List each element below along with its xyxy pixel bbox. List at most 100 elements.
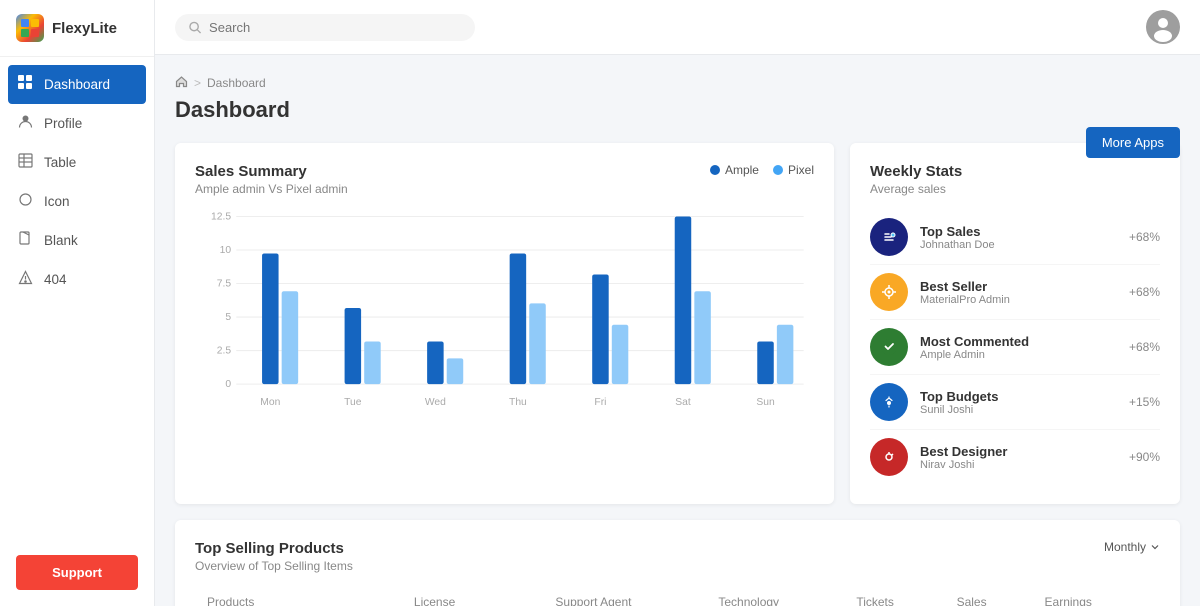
topbar (155, 0, 1200, 55)
svg-text:10: 10 (220, 245, 232, 256)
best-seller-icon (870, 273, 908, 311)
page-title: Dashboard (175, 97, 1180, 123)
top-budgets-pct: +15% (1129, 395, 1160, 409)
stat-item-best-seller: Best Seller MaterialPro Admin +68% (870, 265, 1160, 320)
table-title: Top Selling Products (195, 540, 353, 557)
svg-text:Sat: Sat (675, 397, 691, 408)
sidebar-item-table[interactable]: Table (0, 143, 154, 182)
best-designer-name: Best Designer (920, 444, 1117, 459)
sidebar: FlexyLite Dashboard Profile Table Icon (0, 0, 155, 606)
sidebar-item-icon[interactable]: Icon (0, 182, 154, 221)
legend-ample-dot (710, 165, 720, 175)
most-commented-name: Most Commented (920, 334, 1117, 349)
svg-text:Sun: Sun (756, 397, 775, 408)
best-designer-info: Best Designer Nirav Joshi (920, 444, 1117, 471)
table-head: Products License Support Agent Technolog… (195, 587, 1160, 606)
top-budgets-name: Top Budgets (920, 389, 1117, 404)
blank-label: Blank (44, 233, 78, 248)
legend-ample-label: Ample (725, 163, 759, 177)
sidebar-support-area: Support (0, 539, 154, 606)
col-agent: Support Agent (543, 587, 706, 606)
svg-text:Tue: Tue (344, 397, 362, 408)
more-apps-button[interactable]: More Apps (1086, 127, 1180, 158)
svg-text:2.5: 2.5 (217, 346, 232, 357)
top-sales-pct: +68% (1129, 230, 1160, 244)
blank-icon (16, 231, 34, 250)
legend-pixel-label: Pixel (788, 163, 814, 177)
svg-text:5: 5 (225, 312, 231, 323)
table-header-row: Products License Support Agent Technolog… (195, 587, 1160, 606)
main-content: More Apps > Dashboard Dashboard Sales Su… (155, 0, 1200, 606)
search-input[interactable] (209, 20, 461, 35)
best-designer-icon (870, 438, 908, 476)
col-products: Products (195, 587, 402, 606)
support-button[interactable]: Support (16, 555, 138, 590)
stat-item-top-budgets: Top Budgets Sunil Joshi +15% (870, 375, 1160, 430)
weekly-stats-card: Weekly Stats Average sales Top Sales Joh… (850, 143, 1180, 504)
bar-chart: 12.5 10 7.5 5 2.5 0 (195, 206, 814, 426)
weekly-stats-subtitle: Average sales (870, 182, 1160, 196)
legend-pixel: Pixel (773, 163, 814, 177)
sidebar-item-404[interactable]: 404 (0, 260, 154, 299)
best-seller-person: MaterialPro Admin (920, 294, 1117, 306)
legend-ample: Ample (710, 163, 759, 177)
table-header: Top Selling Products Overview of Top Sel… (195, 540, 1160, 573)
profile-label: Profile (44, 116, 82, 131)
best-seller-info: Best Seller MaterialPro Admin (920, 279, 1117, 306)
page-content: More Apps > Dashboard Dashboard Sales Su… (155, 55, 1200, 606)
best-designer-person: Nirav Joshi (920, 459, 1117, 471)
breadcrumb-separator: > (194, 76, 201, 90)
table-label: Table (44, 155, 76, 170)
dashboard-grid: Sales Summary Ample admin Vs Pixel admin… (175, 143, 1180, 504)
stat-item-best-designer: Best Designer Nirav Joshi +90% (870, 430, 1160, 484)
chevron-down-icon (1150, 542, 1160, 552)
chart-title-area: Sales Summary Ample admin Vs Pixel admin (195, 163, 348, 196)
search-container (175, 14, 475, 41)
top-budgets-person: Sunil Joshi (920, 404, 1117, 416)
chart-legend: Ample Pixel (710, 163, 814, 177)
svg-text:Mon: Mon (260, 397, 280, 408)
app-name: FlexyLite (52, 20, 117, 37)
table-title-area: Top Selling Products Overview of Top Sel… (195, 540, 353, 573)
stat-item-top-sales: Top Sales Johnathan Doe +68% (870, 210, 1160, 265)
home-icon (175, 75, 188, 91)
chart-header: Sales Summary Ample admin Vs Pixel admin… (195, 163, 814, 196)
sidebar-logo: FlexyLite (0, 0, 154, 57)
svg-text:Fri: Fri (594, 397, 606, 408)
sales-summary-subtitle: Ample admin Vs Pixel admin (195, 182, 348, 196)
top-sales-icon (870, 218, 908, 256)
top-sales-person: Johnathan Doe (920, 239, 1117, 251)
sidebar-item-dashboard[interactable]: Dashboard (8, 65, 146, 104)
user-avatar[interactable] (1146, 10, 1180, 44)
svg-text:0: 0 (225, 379, 231, 390)
dashboard-label: Dashboard (44, 77, 110, 92)
svg-text:12.5: 12.5 (211, 212, 231, 223)
period-label: Monthly (1104, 540, 1146, 554)
svg-text:Thu: Thu (509, 397, 527, 408)
svg-text:7.5: 7.5 (217, 279, 232, 290)
breadcrumb: > Dashboard (175, 75, 1180, 91)
best-designer-pct: +90% (1129, 450, 1160, 464)
col-sales: Sales (945, 587, 1033, 606)
search-icon (189, 21, 201, 34)
products-table: Products License Support Agent Technolog… (195, 587, 1160, 606)
sidebar-item-profile[interactable]: Profile (0, 104, 154, 143)
icon-label: Icon (44, 194, 70, 209)
table-subtitle: Overview of Top Selling Items (195, 559, 353, 573)
most-commented-icon (870, 328, 908, 366)
col-earnings: Earnings (1033, 587, 1160, 606)
most-commented-info: Most Commented Ample Admin (920, 334, 1117, 361)
stat-item-most-commented: Most Commented Ample Admin +68% (870, 320, 1160, 375)
top-budgets-icon (870, 383, 908, 421)
legend-pixel-dot (773, 165, 783, 175)
col-technology: Technology (706, 587, 844, 606)
col-tickets: Tickets (844, 587, 944, 606)
period-select[interactable]: Monthly (1104, 540, 1160, 554)
breadcrumb-current: Dashboard (207, 76, 266, 90)
sidebar-item-blank[interactable]: Blank (0, 221, 154, 260)
most-commented-pct: +68% (1129, 340, 1160, 354)
table-icon (16, 153, 34, 172)
sales-summary-title: Sales Summary (195, 163, 348, 180)
profile-icon (16, 114, 34, 133)
top-sales-info: Top Sales Johnathan Doe (920, 224, 1117, 251)
